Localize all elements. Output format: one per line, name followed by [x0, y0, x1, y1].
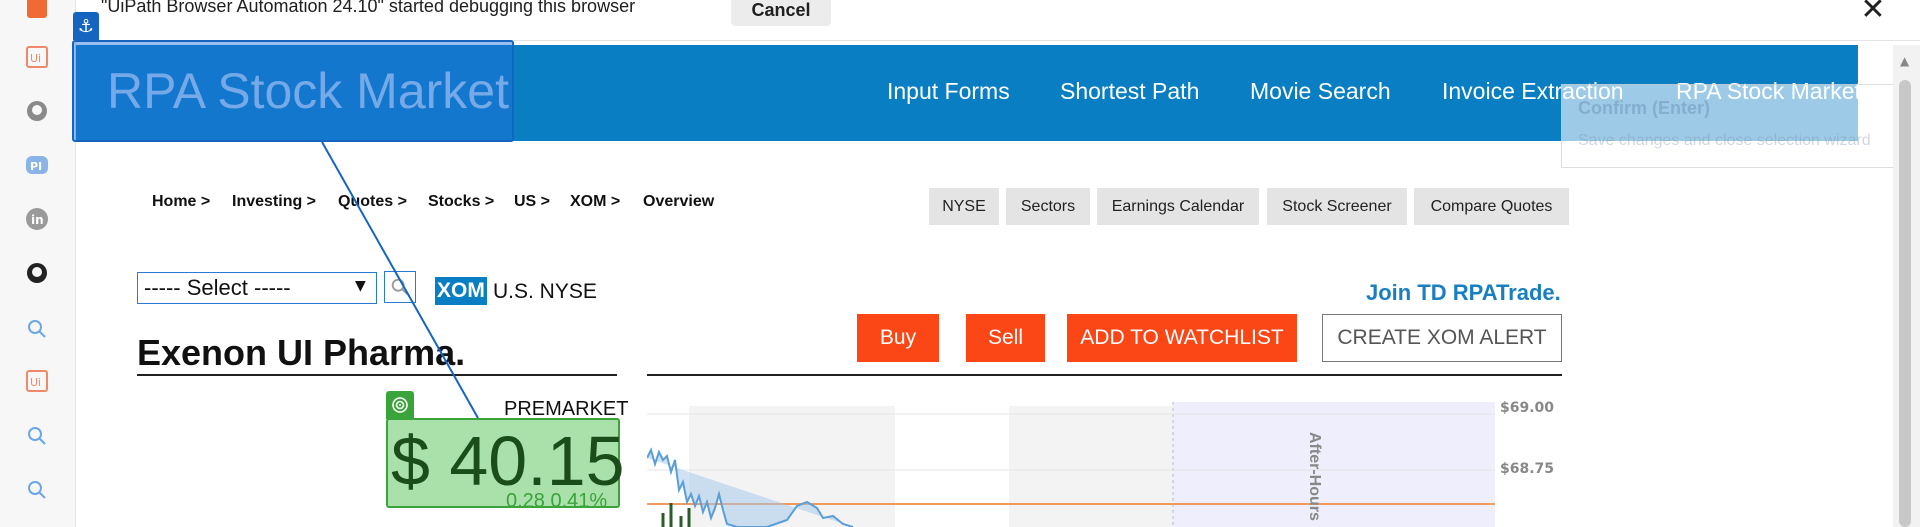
breadcrumb-quotes[interactable]: Quotes >: [338, 193, 407, 211]
anchor-icon: ⚓: [73, 12, 99, 40]
chevron-down-icon: ▼: [355, 278, 366, 294]
after-hours-shade: [1173, 402, 1495, 527]
company-name: Exenon UI Pharma.: [137, 332, 466, 373]
uipath-assistant-icon[interactable]: [25, 0, 49, 20]
search-icon[interactable]: [25, 424, 49, 448]
search-icon: [391, 278, 408, 295]
debugging-message: "UiPath Browser Automation 24.10" starte…: [101, 0, 636, 16]
scroll-up-icon[interactable]: ▲: [1900, 54, 1909, 68]
price-change: 0.28 0.41%: [506, 490, 608, 512]
github-icon[interactable]: [25, 261, 49, 285]
pi-icon[interactable]: PI: [25, 153, 49, 177]
confirm-subtitle: Save changes and close selection wizard: [1578, 132, 1871, 149]
divider: [137, 374, 617, 376]
y-tick-label: $68.75: [1500, 461, 1555, 477]
target-icon: [386, 391, 414, 419]
breadcrumb-overview[interactable]: Overview: [643, 193, 714, 211]
price-chart: [647, 402, 1495, 527]
breadcrumb-investing[interactable]: Investing >: [232, 193, 316, 211]
tag-earnings-calendar[interactable]: Earnings Calendar: [1097, 188, 1259, 225]
close-icon[interactable]: ✕: [1858, 0, 1888, 25]
breadcrumb-stocks[interactable]: Stocks >: [428, 193, 494, 211]
breadcrumb-xom[interactable]: XOM >: [570, 193, 620, 211]
linkedin-icon[interactable]: in: [25, 207, 49, 231]
svg-text:Ui: Ui: [30, 52, 41, 65]
stock-select[interactable]: ----- Select -----: [137, 272, 377, 304]
nav-movie-search[interactable]: Movie Search: [1250, 78, 1391, 105]
after-hours-label: After-Hours: [1306, 432, 1323, 521]
join-link[interactable]: Join TD RPATrade.: [1366, 280, 1561, 306]
exchange-label: U.S. NYSE: [493, 280, 597, 303]
breadcrumb-us[interactable]: US >: [514, 193, 550, 211]
tag-sectors[interactable]: Sectors: [1006, 188, 1090, 225]
stock-price: $ 40.15: [391, 422, 625, 500]
tag-compare-quotes[interactable]: Compare Quotes: [1414, 188, 1569, 225]
scroll-thumb[interactable]: [1899, 80, 1911, 527]
search-button[interactable]: [384, 271, 416, 303]
nav-input-forms[interactable]: Input Forms: [887, 78, 1010, 105]
anchor-selection-highlight: [72, 40, 514, 142]
ticker-symbol: XOM: [435, 277, 487, 305]
tag-stock-screener[interactable]: Stock Screener: [1267, 188, 1407, 225]
uipath-icon[interactable]: Ui: [25, 369, 49, 393]
breadcrumb-home[interactable]: Home >: [152, 193, 210, 211]
svg-text:Ui: Ui: [30, 376, 41, 389]
nav-shortest-path[interactable]: Shortest Path: [1060, 78, 1199, 105]
github-icon[interactable]: [25, 99, 49, 123]
confirm-tooltip: [1561, 84, 1920, 168]
svg-text:PI: PI: [30, 160, 42, 173]
uipath-icon[interactable]: Ui: [25, 45, 49, 69]
add-to-watchlist-button[interactable]: ADD TO WATCHLIST: [1067, 314, 1297, 362]
left-toolbar: Ui PI in Ui: [0, 0, 76, 527]
divider: [647, 374, 1562, 376]
tag-nyse[interactable]: NYSE: [929, 188, 999, 225]
chart-shade: [1009, 406, 1189, 527]
svg-text:in: in: [31, 213, 44, 227]
buy-button[interactable]: Buy: [857, 314, 939, 362]
search-icon[interactable]: [25, 478, 49, 502]
search-icon[interactable]: [25, 317, 49, 341]
y-tick-label: $69.00: [1500, 400, 1555, 416]
sell-button[interactable]: Sell: [966, 314, 1045, 362]
create-alert-button[interactable]: CREATE XOM ALERT: [1322, 314, 1562, 362]
cancel-debugging-button[interactable]: Cancel: [731, 0, 831, 26]
confirm-title[interactable]: Confirm (Enter): [1578, 98, 1710, 119]
